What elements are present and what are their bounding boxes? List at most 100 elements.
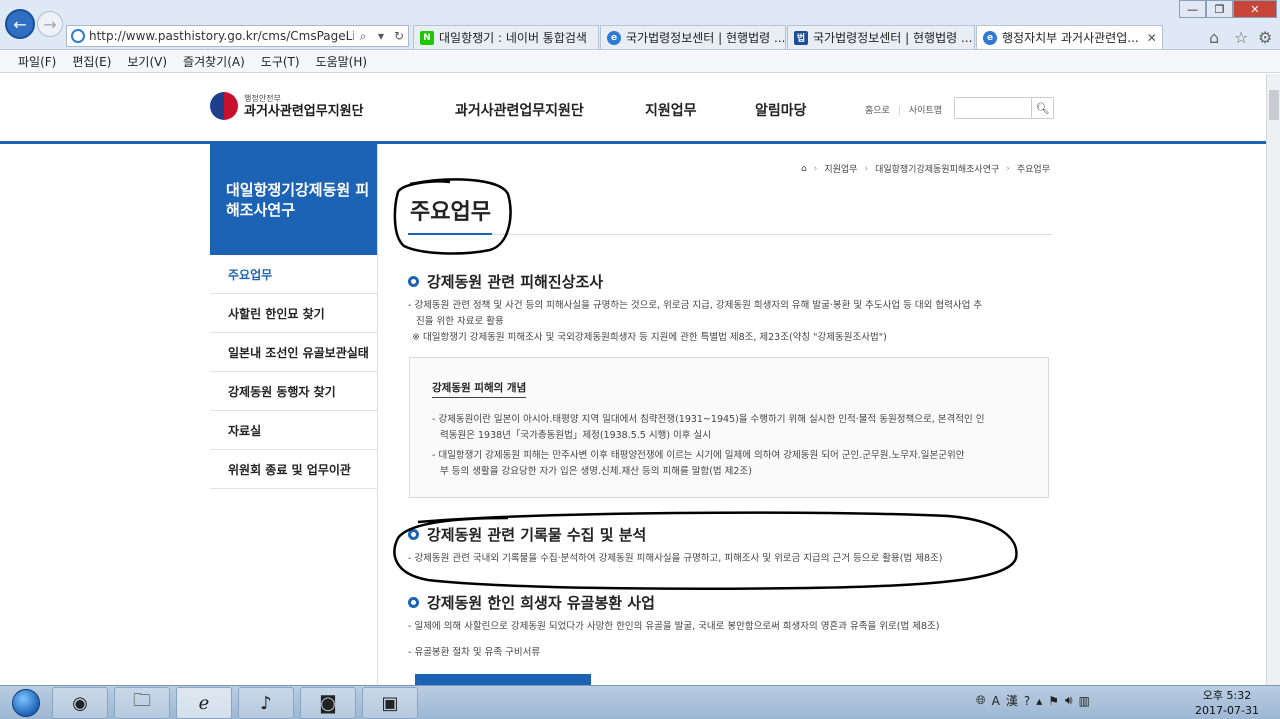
section-title: 강제동원 한인 희생자 유골봉환 사업 <box>427 594 655 612</box>
site-header: 행정안전부 과거사관련업무지원단 과거사관련업무지원단 지원업무 알림마당 홈으… <box>0 74 1266 144</box>
section-heading: 강제동원 한인 희생자 유골봉환 사업 <box>408 592 655 613</box>
internet-explorer-icon[interactable]: ℯ <box>176 687 232 719</box>
vertical-scrollbar[interactable] <box>1266 74 1280 685</box>
concept-line: - 대일항쟁기 강제동원 피해는 만주사변 이후 태평양전쟁에 이르는 시기에 … <box>432 450 965 461</box>
section-heading: 강제동원 관련 기록물 수집 및 분석 <box>408 524 646 545</box>
home-icon[interactable]: ⌂ <box>801 164 807 174</box>
address-bar[interactable]: http://www.pasthistory.go.kr/cms/CmsPage… <box>66 25 409 47</box>
lnb-title: 대일항쟁기강제동원 피해조사연구 <box>210 144 377 255</box>
windows-orb-icon <box>12 689 40 717</box>
lnb-item-committee-transfer[interactable]: 위원회 종료 및 업무이관 <box>210 450 377 489</box>
tab-label: 행정자치부 과거사관련업... <box>1002 31 1139 45</box>
tab-label: 국가법령정보센터 | 현행법령 ... <box>813 31 973 45</box>
menu-favorites[interactable]: 즐겨찾기(A) <box>183 53 245 70</box>
ie-icon: e <box>607 30 621 45</box>
concept-box: 강제동원 피해의 개념 - 강제동원이란 일본이 아시아.태평양 지역 일대에서… <box>409 357 1049 498</box>
browser-tab[interactable]: N 대일항쟁기 : 네이버 통합검색 <box>413 25 599 49</box>
taskbar: ◉ 🗀 ℯ ♪ ◙ ▣ 🌐︎ A 漢 ? ▴ ⚑ 🔊︎ ▥ 오후 5:32 20… <box>0 685 1280 719</box>
picture-viewer-icon[interactable]: ▣ <box>362 687 418 719</box>
home-icon[interactable]: ⌂ <box>1209 28 1219 47</box>
lnb-item-sakhalin-graves[interactable]: 사할린 한인묘 찾기 <box>210 294 377 333</box>
lnb-item-archive[interactable]: 자료실 <box>210 411 377 450</box>
lnb-item-companion-search[interactable]: 강제동원 동행자 찾기 <box>210 372 377 411</box>
tab-label: 대일항쟁기 : 네이버 통합검색 <box>439 31 587 45</box>
breadcrumb-item[interactable]: 지원업무 <box>824 162 857 175</box>
browser-tab-active[interactable]: e 행정자치부 과거사관련업... ✕ <box>976 25 1163 49</box>
side-navigation: 대일항쟁기강제동원 피해조사연구 주요업무 사할린 한인묘 찾기 일본내 조선인… <box>210 144 378 685</box>
logo-ministry: 행정안전부 <box>244 93 281 103</box>
concept-line: 부 등의 생활을 강요당한 자가 입은 생명.신체.재산 등의 피해를 말함(법… <box>440 466 752 477</box>
minimize-button[interactable]: — <box>1179 0 1206 18</box>
tab-label: 국가법령정보센터 | 현행법령 ... <box>626 31 786 45</box>
bullet-ring-icon <box>408 276 419 287</box>
menu-view[interactable]: 보기(V) <box>127 53 167 70</box>
browser-tab[interactable]: 법 국가법령정보센터 | 현행법령 ... <box>787 25 975 49</box>
menu-file[interactable]: 파일(F) <box>18 53 56 70</box>
page-title: 주요업무 <box>410 200 491 225</box>
breadcrumb: ⌂ › 지원업무 › 대일항쟁기강제동원피해조사연구 › 주요업무 <box>801 162 1050 176</box>
gnb-item-support[interactable]: 지원업무 <box>645 100 697 120</box>
content-tab-bar[interactable] <box>415 674 591 685</box>
file-explorer-icon[interactable]: 🗀 <box>114 687 170 719</box>
scrollbar-thumb[interactable] <box>1269 90 1279 120</box>
site-search-input[interactable]: 🔍︎ <box>954 97 1054 119</box>
help-icon[interactable]: ? <box>1024 694 1030 708</box>
law-site-icon: 법 <box>794 30 808 45</box>
menu-tools[interactable]: 도구(T) <box>261 53 300 70</box>
refresh-icon[interactable]: ↻ <box>390 29 408 43</box>
gear-icon[interactable]: ⚙ <box>1258 28 1272 47</box>
bullet-ring-icon <box>408 529 419 540</box>
search-icon[interactable]: ⌕ <box>354 29 372 44</box>
gnb-item-notice[interactable]: 알림마당 <box>755 100 807 120</box>
forward-arrow-icon[interactable]: → <box>37 11 63 37</box>
breadcrumb-item[interactable]: 대일항쟁기강제동원피해조사연구 <box>875 162 999 175</box>
ime-mode-icon[interactable]: A <box>992 694 1000 708</box>
sitemap-link[interactable]: 사이트맵 <box>909 106 942 116</box>
title-divider <box>408 234 1052 235</box>
network-icon[interactable]: ▥ <box>1079 694 1090 708</box>
tab-close-icon[interactable]: ✕ <box>1139 31 1157 45</box>
bullet-ring-icon <box>408 597 419 608</box>
chrome-icon[interactable]: ◉ <box>52 687 108 719</box>
clock-time: 오후 5:32 <box>1202 689 1252 702</box>
breadcrumb-current: 주요업무 <box>1016 165 1050 175</box>
system-clock[interactable]: 오후 5:32 2017-07-31 <box>1192 688 1262 718</box>
search-icon[interactable]: 🔍︎ <box>1031 98 1053 118</box>
language-bar-icon[interactable]: 🌐︎ <box>976 693 986 708</box>
naver-icon: N <box>420 30 434 45</box>
body-line: - 유골봉환 절차 및 유족 구비서류 <box>408 647 541 658</box>
menu-help[interactable]: 도움말(H) <box>316 53 368 70</box>
menu-bar: 파일(F) 편집(E) 보기(V) 즐겨찾기(A) 도구(T) 도움말(H) <box>0 51 1280 73</box>
body-line: - 강제동원 관련 국내외 기록물을 수집·분석하여 강제동원 피해사실을 규명… <box>408 553 943 564</box>
concept-title: 강제동원 피해의 개념 <box>432 380 527 398</box>
section-body: - 강제동원 관련 국내외 기록물을 수집·분석하여 강제동원 피해사실을 규명… <box>408 551 1048 567</box>
tray-expand-icon[interactable]: ▴ <box>1036 694 1042 708</box>
utility-links: 홈으로 | 사이트맵 <box>865 106 943 116</box>
browser-toolbar: ← → http://www.pasthistory.go.kr/cms/Cms… <box>0 0 1280 50</box>
main-content: ⌂ › 지원업무 › 대일항쟁기강제동원피해조사연구 › 주요업무 주요업무 강제동원… <box>398 144 1054 685</box>
maximize-button[interactable]: ❐ <box>1206 0 1233 18</box>
music-player-icon[interactable]: ♪ <box>238 687 294 719</box>
red-app-icon[interactable]: ◙ <box>300 687 356 719</box>
menu-edit[interactable]: 편집(E) <box>72 53 111 70</box>
concept-line: - 강제동원이란 일본이 아시아.태평양 지역 일대에서 침략전쟁(1931~1… <box>432 414 985 425</box>
browser-tab[interactable]: e 국가법령정보센터 | 현행법령 ... <box>600 25 786 49</box>
favorites-star-icon[interactable]: ☆ <box>1234 28 1248 47</box>
back-arrow-icon[interactable]: ← <box>5 9 35 39</box>
volume-icon[interactable]: 🔊︎ <box>1065 693 1073 708</box>
ie-icon: e <box>983 30 997 45</box>
close-window-button[interactable]: ✕ <box>1233 0 1277 18</box>
start-button[interactable] <box>2 687 50 719</box>
address-url[interactable]: http://www.pasthistory.go.kr/cms/CmsPage… <box>89 29 354 43</box>
lnb-item-main-work[interactable]: 주요업무 <box>210 255 377 294</box>
clock-date: 2017-07-31 <box>1195 704 1259 717</box>
flag-icon[interactable]: ⚑ <box>1048 694 1059 708</box>
lnb-item-remains-storage[interactable]: 일본내 조선인 유골보관실태 <box>210 333 377 372</box>
body-line: - 일제에 의해 사할린으로 강제동원 되었다가 사망한 한인의 유골을 발굴,… <box>408 621 940 632</box>
site-logo[interactable]: 행정안전부 과거사관련업무지원단 <box>210 92 364 120</box>
hanja-icon[interactable]: 漢 <box>1006 692 1018 709</box>
home-link[interactable]: 홈으로 <box>865 106 890 116</box>
dropdown-icon[interactable]: ▾ <box>372 29 390 43</box>
gnb-item-office[interactable]: 과거사관련업무지원단 <box>455 100 584 120</box>
title-accent <box>408 233 492 235</box>
